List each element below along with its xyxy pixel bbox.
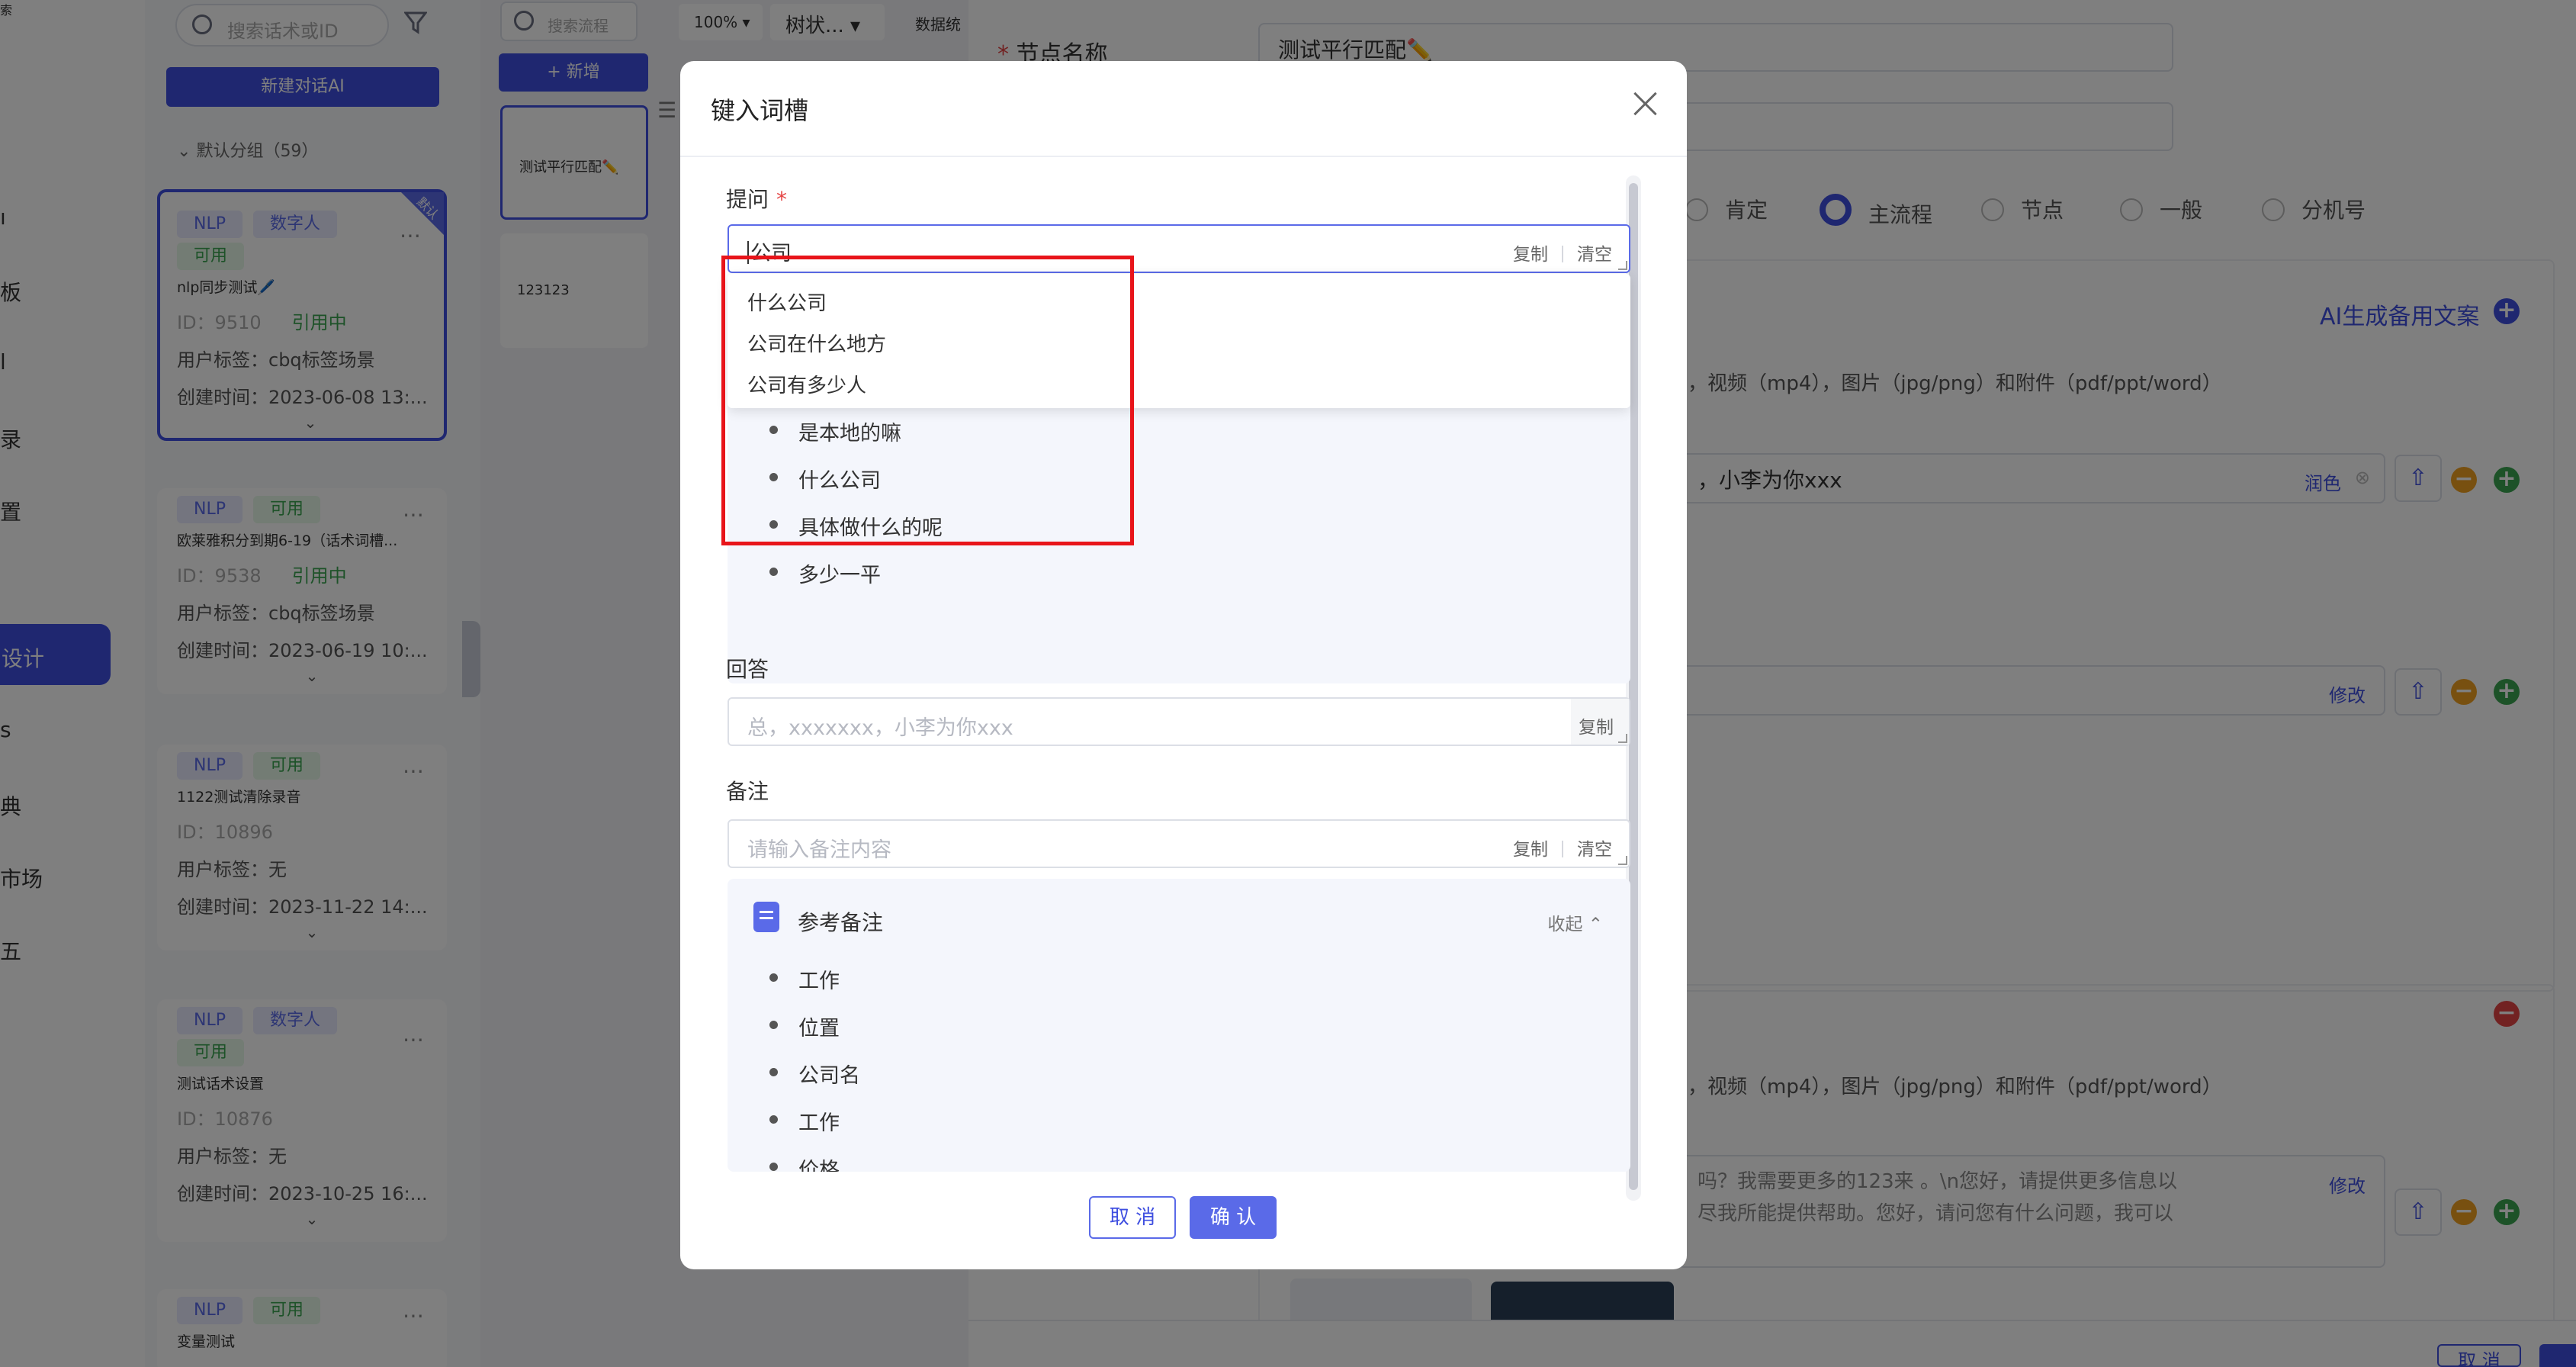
copy-button[interactable]: 复制 (1513, 245, 1548, 265)
document-icon (753, 902, 779, 932)
note-input[interactable]: 请输入备注内容 复制 清空 (728, 819, 1630, 868)
note-ref-item[interactable]: 工作 (769, 1106, 840, 1136)
question-label: 提问 * (726, 187, 788, 212)
resize-handle[interactable] (1618, 261, 1627, 270)
answer-input[interactable]: 总，xxxxxxx，小李为你xxx 复制 (728, 697, 1630, 746)
close-icon[interactable] (1630, 88, 1661, 119)
note-label: 备注 (726, 779, 769, 804)
copy-button[interactable]: 复制 (1513, 840, 1548, 860)
collapse-toggle[interactable]: 收起 ⌃ (1547, 909, 1603, 935)
reference-note-title: 参考备注 (798, 910, 884, 935)
note-ref-item[interactable]: 工作 (769, 964, 840, 994)
resize-handle[interactable] (1618, 856, 1627, 865)
clear-button[interactable]: 清空 (1577, 840, 1612, 860)
resize-handle[interactable] (1618, 734, 1627, 743)
highlight-box (721, 256, 1134, 545)
slot-dialog: 键入词槽 提问 * 公司 复制 清空 是本地的嘛 什么公司 具体做什么的呢 多少一平… (680, 61, 1687, 1269)
confirm-button[interactable]: 确 认 (1190, 1196, 1277, 1239)
chevron-up-icon: ⌃ (1588, 915, 1603, 934)
cancel-button[interactable]: 取 消 (1089, 1196, 1176, 1239)
note-ref-item[interactable]: 位置 (769, 1012, 840, 1041)
dialog-title: 键入词槽 (711, 96, 809, 125)
clear-button[interactable]: 清空 (1577, 245, 1612, 265)
note-ref-item[interactable]: 公司名 (769, 1059, 860, 1089)
note-ref-item[interactable]: 价格 (769, 1153, 840, 1172)
copy-button[interactable]: 复制 (1579, 718, 1614, 738)
answer-label: 回答 (726, 657, 769, 682)
question-ref-item[interactable]: 多少一平 (769, 558, 881, 588)
note-reference-box: 参考备注 收起 ⌃ 工作 位置 公司名 工作 价格 (728, 879, 1630, 1172)
dialog-header: 键入词槽 (680, 61, 1687, 157)
